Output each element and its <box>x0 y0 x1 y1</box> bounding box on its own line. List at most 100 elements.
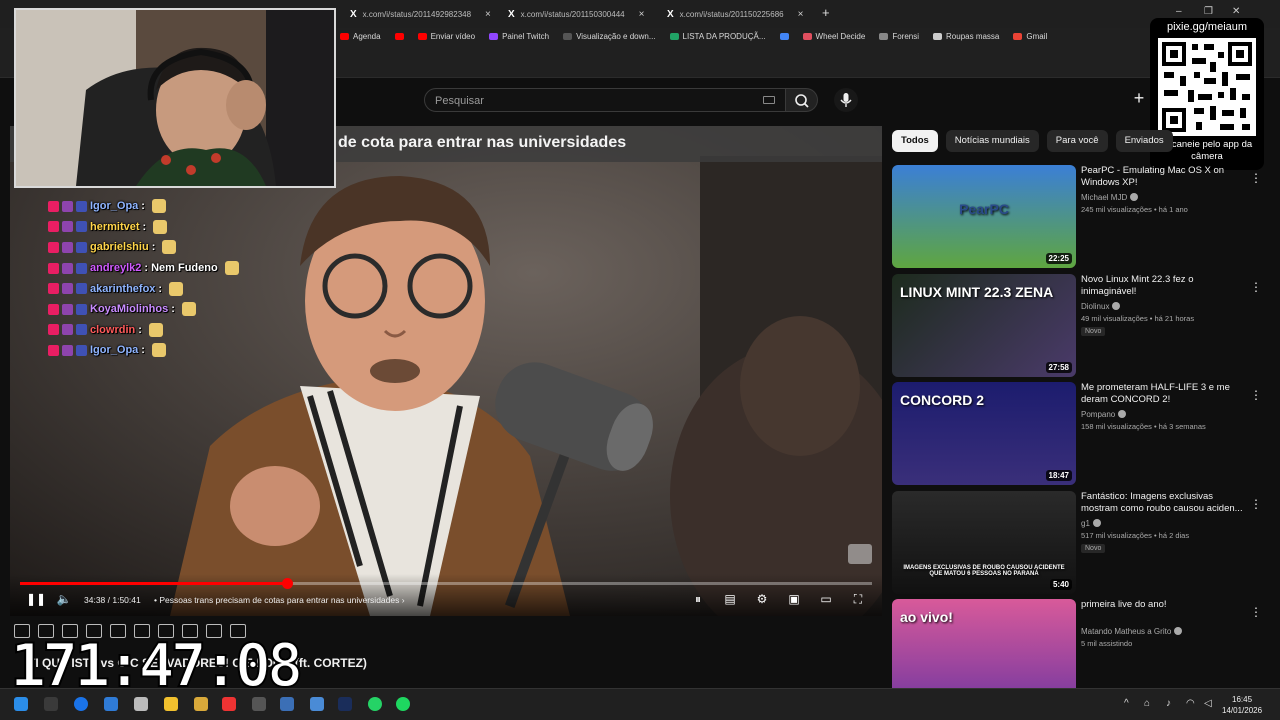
video-title[interactable]: Novo Linux Mint 22.3 fez o inimaginável! <box>1081 274 1247 298</box>
subtitles-icon[interactable]: ▤ <box>722 592 738 606</box>
chapter-title[interactable]: • Pessoas trans precisam de cotas para e… <box>154 595 405 605</box>
more-options-icon[interactable]: ⋮ <box>1250 171 1262 185</box>
filter-chip[interactable]: Todos <box>892 130 938 152</box>
minimize-icon[interactable]: – <box>1176 6 1182 17</box>
video-duration: 18:47 <box>1045 470 1072 481</box>
folder-icon[interactable] <box>164 697 178 711</box>
bookmark-item[interactable]: Forensi <box>879 32 919 41</box>
close-tab-icon[interactable]: × <box>798 9 804 20</box>
recommended-video[interactable]: IMAGENS EXCLUSIVAS DE ROUBO CAUSOU ACIDE… <box>892 490 1272 594</box>
chat-message: Igor_Opa: <box>48 340 239 361</box>
app-icon[interactable] <box>280 697 294 711</box>
video-title[interactable]: Fantástico: Imagens exclusivas mostram c… <box>1081 491 1247 515</box>
bookmark-label: Agenda <box>353 32 381 41</box>
chat-emote-icon <box>169 281 184 296</box>
recording-app-icon[interactable] <box>222 697 236 711</box>
chat-message: clowrdin: <box>48 320 239 341</box>
chat-text: : <box>142 220 147 233</box>
create-plus-icon[interactable]: + <box>1128 88 1150 110</box>
app-icon[interactable] <box>134 697 148 711</box>
browser-tab[interactable]: X x.com/i/status/2011492982348 × <box>350 4 495 24</box>
close-tab-icon[interactable]: × <box>639 9 645 20</box>
recommended-video[interactable]: CONCORD 2 18:47 Me prometeram HALF-LIFE 3 … <box>892 382 1272 485</box>
recommended-video[interactable]: ao vivo! primeira live do ano! Matando Mat… <box>892 599 1272 702</box>
filter-chip[interactable]: Para você <box>1046 130 1108 152</box>
filter-chip[interactable]: Notícias mundiais <box>945 130 1039 152</box>
bookmark-item[interactable]: Visualização e down... <box>563 32 656 41</box>
chat-text: : <box>171 303 175 316</box>
progress-bar[interactable] <box>20 578 872 589</box>
video-thumbnail[interactable]: IMAGENS EXCLUSIVAS DE ROUBO CAUSOU ACIDE… <box>892 490 1076 594</box>
system-clock[interactable]: 16:45 14/01/2026 <box>1222 694 1262 716</box>
more-options-icon[interactable]: ⋮ <box>1250 388 1262 402</box>
voice-search-button[interactable] <box>834 88 858 112</box>
bookmark-item[interactable] <box>394 32 404 41</box>
chat-badge-icon <box>62 283 73 295</box>
volume-tray-icon[interactable]: ◁ <box>1204 698 1212 709</box>
bookmark-item[interactable]: Gmail <box>1013 32 1047 41</box>
search-input[interactable] <box>435 92 755 110</box>
start-icon[interactable] <box>14 697 28 711</box>
spotify-icon[interactable] <box>396 697 410 711</box>
edge-icon[interactable] <box>74 697 88 711</box>
more-options-icon[interactable]: ⋮ <box>1250 497 1262 511</box>
new-tab-button[interactable]: + <box>822 5 830 20</box>
bookmark-item[interactable]: Painel Twitch <box>489 32 549 41</box>
close-tab-icon[interactable]: × <box>485 9 491 20</box>
search-taskbar-icon[interactable] <box>44 697 58 711</box>
bookmark-item[interactable]: LISTA DA PRODUÇÃ... <box>669 32 766 41</box>
network-icon[interactable]: ⌂ <box>1144 698 1150 709</box>
pause-icon[interactable]: ❚❚ <box>26 592 46 606</box>
app-icon[interactable] <box>194 697 208 711</box>
filter-chip[interactable]: Enviados <box>1115 130 1173 152</box>
app-icon[interactable] <box>310 697 324 711</box>
app-icon[interactable] <box>252 697 266 711</box>
channel-name[interactable]: Michael MJD <box>1081 193 1139 202</box>
bookmark-item[interactable]: Enviar vídeo <box>417 32 475 41</box>
chat-badge-icon <box>62 241 73 253</box>
theater-mode-icon[interactable]: ▭ <box>818 592 834 606</box>
bookmark-item[interactable]: Wheel Decide <box>802 32 865 41</box>
video-title[interactable]: primeira live do ano! <box>1081 599 1247 611</box>
bookmark-item[interactable]: Agenda <box>340 32 381 41</box>
video-thumbnail[interactable]: LINUX MINT 22.3 ZENA 27:58 <box>892 273 1076 377</box>
channel-label: g1 <box>1081 518 1090 528</box>
recommended-video[interactable]: LINUX MINT 22.3 ZENA 27:58 Novo Linux Mint… <box>892 273 1272 377</box>
fullscreen-icon[interactable]: ⛶ <box>850 592 866 606</box>
app-icon[interactable] <box>104 697 118 711</box>
video-thumbnail[interactable]: ao vivo! <box>892 599 1076 702</box>
wifi-icon[interactable]: ◠ <box>1186 698 1195 709</box>
bookmark-item[interactable] <box>779 32 789 41</box>
miniplayer-icon[interactable]: ▣ <box>786 592 802 606</box>
channel-name[interactable]: Matando Matheus a Grito <box>1081 627 1183 636</box>
video-thumbnail[interactable]: CONCORD 2 18:47 <box>892 382 1076 485</box>
video-meta: 245 mil visualizações • há 1 ano <box>1081 205 1188 214</box>
autoplay-toggle[interactable]: ⏸ <box>686 592 710 606</box>
whatsapp-icon[interactable] <box>368 697 382 711</box>
search-box <box>424 88 786 112</box>
browser-tab[interactable]: X x.com/i/status/201150225686 × <box>667 4 812 24</box>
video-title[interactable]: Me prometeram HALF-LIFE 3 e me deram CON… <box>1081 382 1247 406</box>
recommended-video[interactable]: PearPC 22:25 PearPC - Emulating Mac OS X o… <box>892 165 1272 268</box>
progress-scrubber[interactable] <box>281 578 293 589</box>
close-window-icon[interactable]: ✕ <box>1232 6 1240 17</box>
photoshop-icon[interactable] <box>338 697 352 711</box>
settings-gear-icon[interactable]: ⚙ <box>754 592 770 606</box>
more-options-icon[interactable]: ⋮ <box>1250 280 1262 294</box>
keyboard-icon[interactable] <box>763 96 775 104</box>
channel-name[interactable]: Diolinux <box>1081 301 1121 311</box>
chat-badge-icon <box>76 221 87 233</box>
more-options-icon[interactable]: ⋮ <box>1250 605 1262 619</box>
volume-icon[interactable]: 🔈 <box>56 592 72 606</box>
bookmark-item[interactable]: Roupas massa <box>933 32 999 41</box>
video-thumbnail[interactable]: PearPC 22:25 <box>892 165 1076 268</box>
channel-name[interactable]: Pompano <box>1081 410 1127 419</box>
new-badge: Novo <box>1081 326 1106 336</box>
maximize-icon[interactable]: ❐ <box>1204 6 1213 17</box>
search-button[interactable] <box>786 88 818 112</box>
browser-tab[interactable]: X x.com/i/status/201150300444 × <box>508 4 653 24</box>
channel-name[interactable]: g1 <box>1081 518 1101 528</box>
video-title[interactable]: PearPC - Emulating Mac OS X on Windows X… <box>1081 165 1247 189</box>
tray-chevron-icon[interactable]: ^ <box>1124 698 1129 709</box>
microphone-tray-icon[interactable]: ♪ <box>1166 698 1171 709</box>
